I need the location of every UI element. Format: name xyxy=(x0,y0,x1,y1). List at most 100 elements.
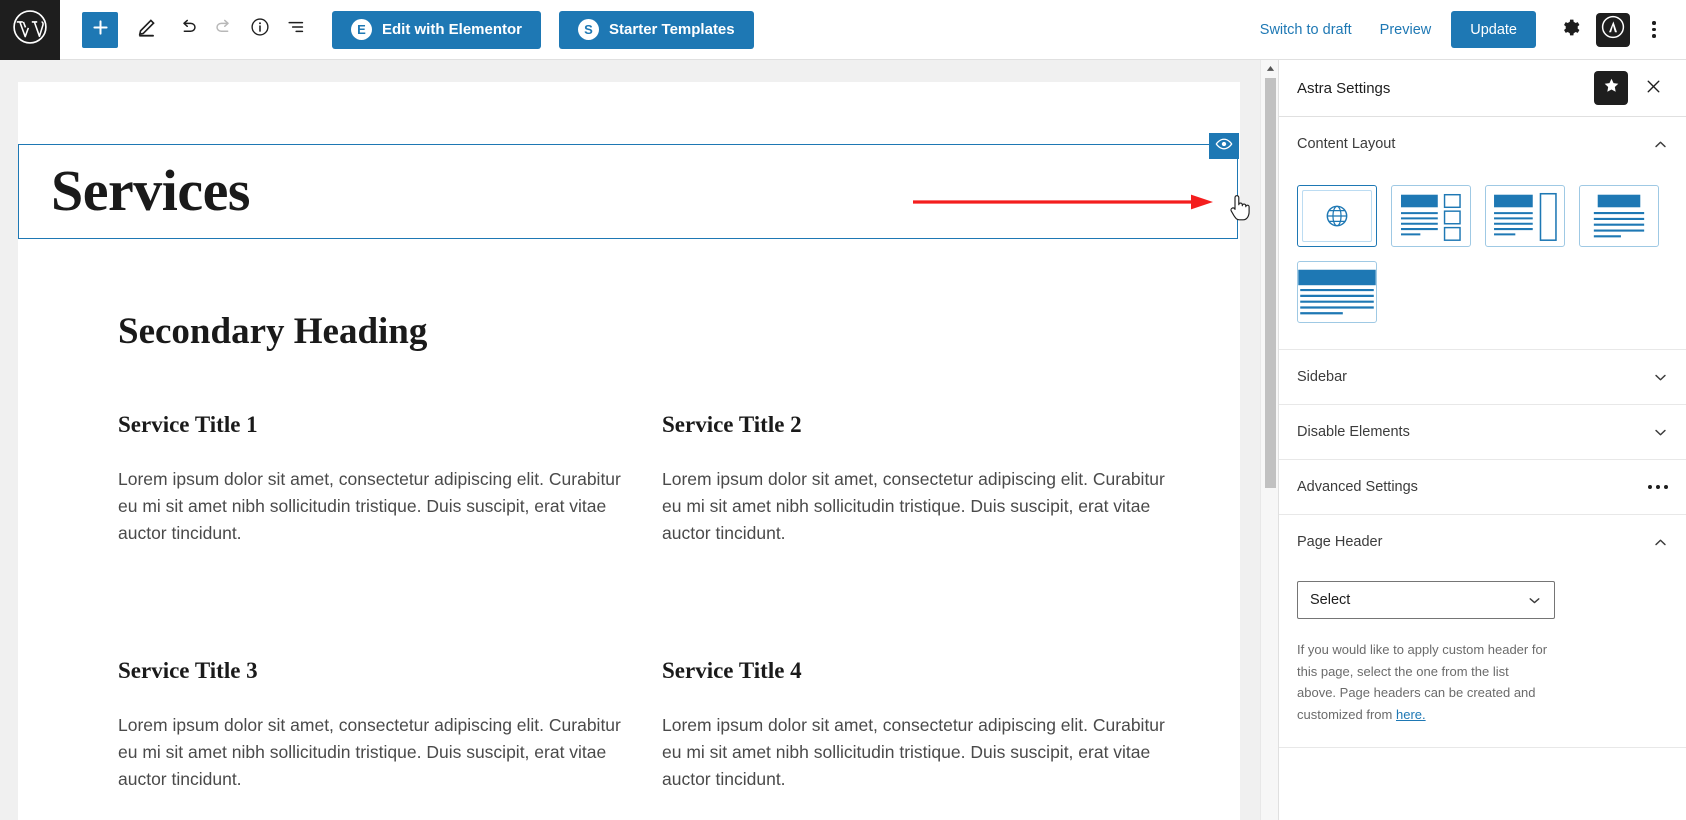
service-item[interactable]: Service Title 4 Lorem ipsum dolor sit am… xyxy=(662,658,1178,792)
content-layout-options xyxy=(1279,171,1686,349)
astra-favorite-button[interactable] xyxy=(1594,71,1628,105)
globe-icon xyxy=(1326,205,1348,227)
section-advanced-settings: Advanced Settings xyxy=(1279,460,1686,515)
page-title[interactable]: Services xyxy=(51,157,250,224)
service-item[interactable]: Service Title 1 Lorem ipsum dolor sit am… xyxy=(118,412,662,546)
section-sidebar: Sidebar xyxy=(1279,350,1686,405)
layout-option-default-globe[interactable] xyxy=(1297,185,1377,247)
update-button[interactable]: Update xyxy=(1451,11,1536,48)
edit-tool-button[interactable] xyxy=(128,12,164,48)
service-body[interactable]: Lorem ipsum dolor sit amet, consectetur … xyxy=(118,466,623,546)
starter-templates-button[interactable]: S Starter Templates xyxy=(559,10,754,49)
layout-right-boxes-icon xyxy=(1401,193,1461,241)
close-icon xyxy=(1646,77,1661,100)
section-title: Page Header xyxy=(1297,534,1383,550)
chevron-down-icon xyxy=(1527,593,1542,608)
scroll-up-button[interactable] xyxy=(1261,60,1279,78)
starter-templates-label: Starter Templates xyxy=(609,21,735,38)
redo-arrow-icon xyxy=(213,16,235,43)
chevron-up-icon xyxy=(1653,535,1668,550)
details-button[interactable] xyxy=(242,12,278,48)
service-body[interactable]: Lorem ipsum dolor sit amet, consectetur … xyxy=(662,466,1167,546)
pencil-icon xyxy=(136,17,157,43)
preview-button[interactable]: Preview xyxy=(1366,22,1446,38)
wordpress-logo-button[interactable] xyxy=(0,0,60,60)
astra-settings-panel: Astra Settings Content Layout Sidebar Di… xyxy=(1278,60,1686,820)
list-view-icon xyxy=(285,16,307,43)
horizontal-ellipsis-icon xyxy=(1648,485,1668,489)
section-disable-elements-header[interactable]: Disable Elements xyxy=(1279,405,1686,459)
service-title[interactable]: Service Title 1 xyxy=(118,412,662,438)
caret-up-icon xyxy=(1266,60,1275,78)
layout-option-right-panel[interactable] xyxy=(1485,185,1565,247)
chevron-up-icon xyxy=(1653,137,1668,152)
service-item[interactable]: Service Title 3 Lorem ipsum dolor sit am… xyxy=(118,658,662,792)
block-preview-eye-button[interactable] xyxy=(1209,133,1239,159)
section-title: Sidebar xyxy=(1297,369,1347,385)
chevron-down-icon xyxy=(1653,370,1668,385)
section-title: Content Layout xyxy=(1297,136,1396,152)
toolbar-left-group: E Edit with Elementor S Starter Template… xyxy=(60,10,754,49)
switch-to-draft-button[interactable]: Switch to draft xyxy=(1246,22,1366,38)
astra-panel-header: Astra Settings xyxy=(1279,60,1686,117)
edit-with-elementor-label: Edit with Elementor xyxy=(382,21,523,38)
elementor-icon: E xyxy=(351,19,372,40)
more-options-button[interactable] xyxy=(1636,10,1672,50)
chevron-down-icon xyxy=(1653,425,1668,440)
page-header-select[interactable]: Select xyxy=(1297,581,1555,619)
page-header-help-text: If you would like to apply custom header… xyxy=(1297,639,1549,725)
layout-option-right-boxes[interactable] xyxy=(1391,185,1471,247)
undo-arrow-icon xyxy=(177,16,199,43)
post-content-canvas[interactable]: Services Secondary Heading Service Title… xyxy=(18,82,1250,820)
eye-icon xyxy=(1215,135,1233,158)
settings-button[interactable] xyxy=(1550,10,1590,50)
layout-narrow-icon xyxy=(1593,194,1645,238)
layout-fullwidth-icon xyxy=(1298,269,1376,315)
vertical-ellipsis-icon xyxy=(1652,21,1656,38)
section-title: Advanced Settings xyxy=(1297,479,1418,495)
layout-option-narrow-content[interactable] xyxy=(1579,185,1659,247)
service-item[interactable]: Service Title 2 Lorem ipsum dolor sit am… xyxy=(662,412,1178,546)
service-title[interactable]: Service Title 2 xyxy=(662,412,1178,438)
scrollbar-thumb[interactable] xyxy=(1265,78,1276,488)
section-title: Disable Elements xyxy=(1297,424,1410,440)
page-header-select-value: Select xyxy=(1310,592,1351,608)
astra-panel-title: Astra Settings xyxy=(1297,79,1391,97)
service-title[interactable]: Service Title 3 xyxy=(118,658,662,684)
starter-templates-icon: S xyxy=(578,19,600,40)
layout-right-panel-icon xyxy=(1494,192,1557,241)
editor-top-toolbar: E Edit with Elementor S Starter Template… xyxy=(0,0,1686,60)
section-content-layout-header[interactable]: Content Layout xyxy=(1279,117,1686,171)
section-page-header-header[interactable]: Page Header xyxy=(1279,515,1686,569)
redo-button[interactable] xyxy=(206,12,242,48)
selected-heading-block[interactable]: Services xyxy=(18,133,1239,239)
info-circle-icon xyxy=(249,16,271,43)
add-block-button[interactable] xyxy=(82,11,118,48)
plus-icon xyxy=(91,18,110,42)
undo-button[interactable] xyxy=(170,12,206,48)
canvas-scrollbar[interactable] xyxy=(1260,60,1278,820)
gear-icon xyxy=(1560,17,1581,43)
secondary-heading[interactable]: Secondary Heading xyxy=(118,310,427,353)
list-view-button[interactable] xyxy=(278,12,314,48)
close-panel-button[interactable] xyxy=(1636,71,1670,105)
page-header-here-link[interactable]: here. xyxy=(1396,707,1426,722)
section-sidebar-header[interactable]: Sidebar xyxy=(1279,350,1686,404)
astra-settings-toggle-button[interactable] xyxy=(1596,12,1630,47)
services-grid: Service Title 1 Lorem ipsum dolor sit am… xyxy=(118,412,1178,793)
layout-option-full-width[interactable] xyxy=(1297,261,1377,323)
toolbar-right-group: Switch to draft Preview Update xyxy=(1246,10,1686,50)
section-advanced-settings-header[interactable]: Advanced Settings xyxy=(1279,460,1686,514)
section-disable-elements: Disable Elements xyxy=(1279,405,1686,460)
astra-logo-icon xyxy=(1601,15,1625,44)
section-page-header: Page Header Select If you would like to … xyxy=(1279,515,1686,749)
service-title[interactable]: Service Title 4 xyxy=(662,658,1178,684)
edit-with-elementor-button[interactable]: E Edit with Elementor xyxy=(332,10,542,49)
service-body[interactable]: Lorem ipsum dolor sit amet, consectetur … xyxy=(118,712,623,792)
star-icon xyxy=(1603,77,1620,99)
service-body[interactable]: Lorem ipsum dolor sit amet, consectetur … xyxy=(662,712,1167,792)
editor-canvas-area: Services Secondary Heading Service Title… xyxy=(0,60,1260,820)
section-content-layout: Content Layout xyxy=(1279,117,1686,350)
page-header-body: Select If you would like to apply custom… xyxy=(1279,569,1686,747)
wordpress-logo-icon xyxy=(12,9,48,50)
